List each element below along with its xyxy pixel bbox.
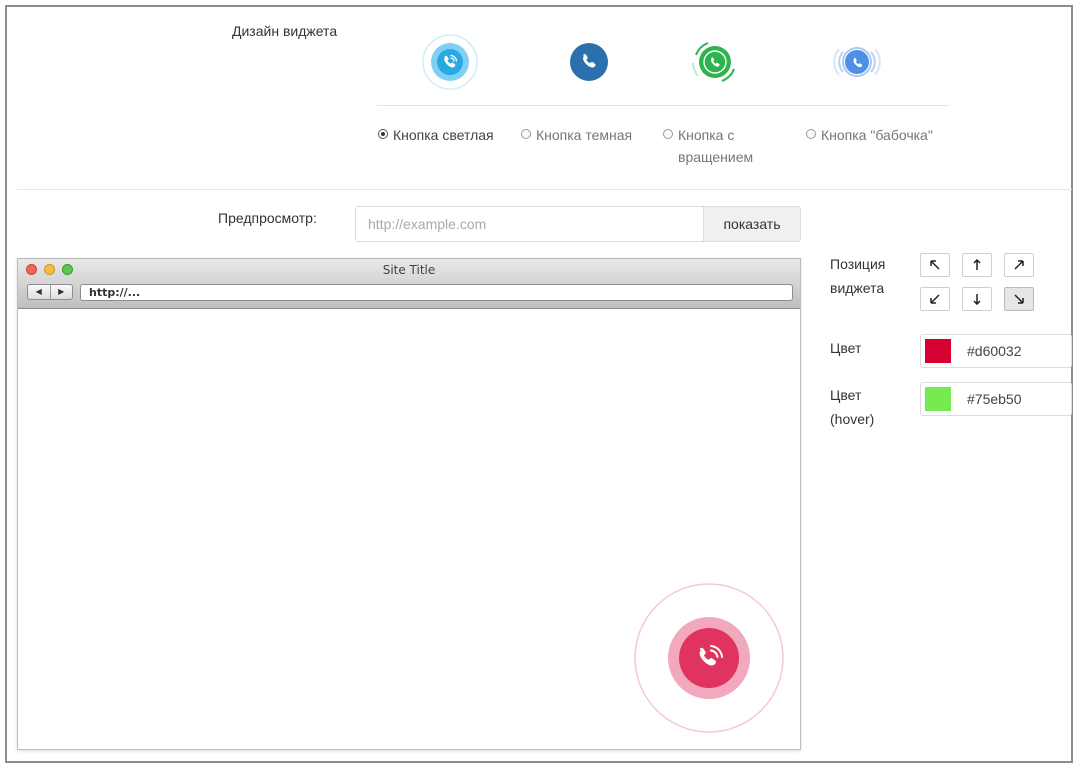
position-label: Позиция виджета xyxy=(830,256,886,296)
radio-label: Кнопка "бабочка" xyxy=(821,127,933,143)
browser-address-bar: http://... xyxy=(80,284,793,301)
arrow-up-icon xyxy=(973,259,981,270)
color-swatch[interactable] xyxy=(925,339,951,363)
hover-color-value[interactable]: #75eb50 xyxy=(967,391,1022,407)
light-call-icon[interactable] xyxy=(421,33,479,91)
arrow-down-right-icon xyxy=(1014,294,1024,304)
browser-nav-buttons: ◀ ▶ xyxy=(27,284,73,300)
radio-rotating-button[interactable]: Кнопка с вращением xyxy=(663,124,753,168)
position-bottom-center-button[interactable] xyxy=(962,287,992,311)
dark-call-icon[interactable] xyxy=(559,33,617,91)
back-arrow-icon: ◀ xyxy=(35,287,42,296)
radio-icon[interactable] xyxy=(521,129,531,139)
position-bottom-left-button[interactable] xyxy=(920,287,950,311)
radio-label: Кнопка с вращением xyxy=(678,127,754,165)
arrow-down-icon xyxy=(973,294,981,305)
browser-titlebar: Site Title ◀ ▶ http://... xyxy=(18,259,800,309)
arrow-down-left-icon xyxy=(930,294,940,304)
hover-color-label: Цвет (hover) xyxy=(830,387,875,427)
position-top-right-button[interactable] xyxy=(1004,253,1034,277)
radio-light-button[interactable]: Кнопка светлая xyxy=(378,124,494,146)
widget-design-label: Дизайн виджета xyxy=(232,23,338,39)
radio-selected-icon[interactable] xyxy=(378,129,388,139)
position-top-center-button[interactable] xyxy=(962,253,992,277)
rotating-call-icon[interactable] xyxy=(686,33,744,91)
hover-color-picker[interactable]: #75eb50 xyxy=(920,382,1072,416)
preview-url-input[interactable] xyxy=(355,206,703,242)
arrow-up-left-icon xyxy=(930,260,940,270)
call-widget-preview[interactable] xyxy=(633,582,785,734)
butterfly-call-icon[interactable] xyxy=(828,33,886,91)
hover-color-swatch[interactable] xyxy=(925,387,951,411)
radio-butterfly-button[interactable]: Кнопка "бабочка" xyxy=(806,124,933,146)
position-top-left-button[interactable] xyxy=(920,253,950,277)
radio-icon[interactable] xyxy=(806,129,816,139)
browser-site-title: Site Title xyxy=(382,263,436,277)
color-value[interactable]: #d60032 xyxy=(967,343,1022,359)
radio-icon[interactable] xyxy=(663,129,673,139)
radio-label: Кнопка темная xyxy=(536,127,633,143)
preview-label: Предпросмотр: xyxy=(218,210,317,226)
browser-preview: Site Title ◀ ▶ http://... xyxy=(17,258,801,750)
show-button[interactable]: показать xyxy=(703,206,801,242)
divider xyxy=(377,105,949,106)
position-bottom-right-button[interactable] xyxy=(1004,287,1034,311)
arrow-up-right-icon xyxy=(1014,260,1024,270)
color-picker[interactable]: #d60032 xyxy=(920,334,1072,368)
section-divider xyxy=(17,189,1072,190)
forward-arrow-icon: ▶ xyxy=(49,285,73,299)
radio-dark-button[interactable]: Кнопка темная xyxy=(521,124,632,146)
radio-label: Кнопка светлая xyxy=(393,127,494,143)
color-label: Цвет xyxy=(830,340,862,356)
